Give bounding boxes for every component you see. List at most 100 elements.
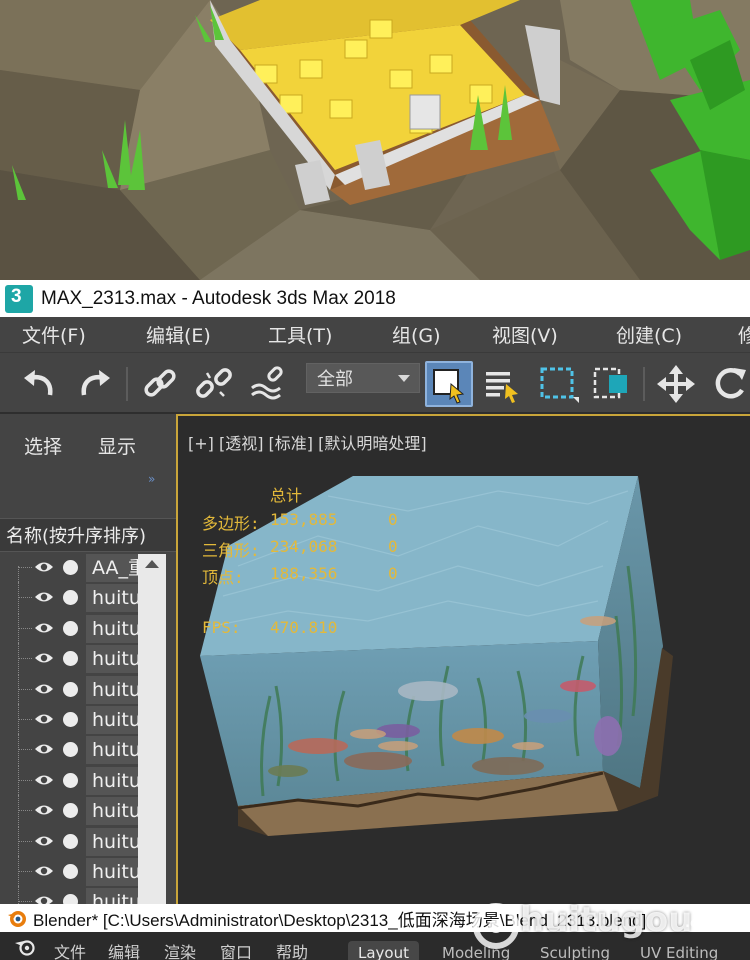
- tab-display[interactable]: 显示: [98, 432, 136, 459]
- workspace-tab-uv-editing[interactable]: UV Editing: [630, 941, 728, 960]
- treasure-chest-render: [0, 0, 750, 280]
- rectangular-selection-icon[interactable]: [536, 361, 580, 407]
- stats-vertices-selected: 0: [388, 564, 398, 583]
- eye-icon[interactable]: [34, 773, 54, 787]
- freeze-toggle-icon[interactable]: [63, 590, 78, 605]
- eye-icon[interactable]: [34, 894, 54, 904]
- freeze-toggle-icon[interactable]: [63, 712, 78, 727]
- rotate-icon[interactable]: [708, 361, 750, 407]
- blender-menu-render[interactable]: 渲染: [164, 939, 196, 960]
- freeze-toggle-icon[interactable]: [63, 773, 78, 788]
- blender-menu-file[interactable]: 文件: [54, 939, 86, 960]
- object-name: huitu: [86, 767, 138, 795]
- blender-menu-bar: 文件 编辑 渲染 窗口 帮助 Layout Modeling Sculpting…: [0, 932, 750, 960]
- 3ds-max-app-icon-glyph: 3: [11, 285, 22, 307]
- freeze-toggle-icon[interactable]: [63, 682, 78, 697]
- stats-fps-label: FPS:: [202, 618, 241, 637]
- object-name: huitu: [86, 615, 138, 643]
- tree-line: [18, 841, 32, 842]
- eye-icon[interactable]: [34, 834, 54, 848]
- tree-line: [18, 597, 32, 598]
- menu-views[interactable]: 视图(V): [492, 321, 558, 348]
- eye-icon[interactable]: [34, 682, 54, 696]
- freeze-toggle-icon[interactable]: [63, 651, 78, 666]
- menu-file[interactable]: 文件(F): [22, 321, 86, 348]
- list-item[interactable]: huitu: [0, 613, 138, 643]
- blender-logo-icon[interactable]: [14, 938, 36, 956]
- blender-menu-edit[interactable]: 编辑: [108, 939, 140, 960]
- list-item[interactable]: huitu: [0, 795, 138, 825]
- max-menu-bar: 文件(F) 编辑(E) 工具(T) 组(G) 视图(V) 创建(C) 修: [0, 317, 750, 352]
- tree-line: [18, 567, 32, 568]
- 3ds-max-app-icon: 3: [5, 284, 33, 313]
- tree-line: [18, 810, 32, 811]
- eye-icon[interactable]: [34, 590, 54, 604]
- freeze-toggle-icon[interactable]: [63, 742, 78, 757]
- menu-create[interactable]: 创建(C): [616, 321, 682, 348]
- select-object-icon[interactable]: [425, 361, 473, 407]
- render-preview-image: [0, 0, 750, 280]
- blender-menu-window[interactable]: 窗口: [220, 939, 252, 960]
- list-item[interactable]: huitu: [0, 765, 138, 795]
- selection-filter-dropdown[interactable]: 全部: [306, 363, 420, 393]
- list-item[interactable]: huitu: [0, 856, 138, 886]
- link-icon[interactable]: [138, 361, 182, 407]
- tree-line: [18, 901, 32, 902]
- menu-tools[interactable]: 工具(T): [268, 321, 332, 348]
- workspace-tab-layout[interactable]: Layout: [348, 941, 419, 960]
- workspace-tab-sculpting[interactable]: Sculpting: [530, 941, 620, 960]
- move-icon[interactable]: [654, 361, 698, 407]
- eye-icon[interactable]: [34, 803, 54, 817]
- eye-icon[interactable]: [34, 560, 54, 574]
- menu-edit[interactable]: 编辑(E): [146, 321, 211, 348]
- name-column-header-label: 名称(按升序排序): [6, 526, 147, 547]
- eye-icon[interactable]: [34, 742, 54, 756]
- list-item[interactable]: huitu: [0, 582, 138, 612]
- blender-menu-help[interactable]: 帮助: [276, 939, 308, 960]
- freeze-toggle-icon[interactable]: [63, 560, 78, 575]
- object-name: huitu: [86, 676, 138, 704]
- scene-list-scrollbar[interactable]: [138, 554, 166, 904]
- bind-spacewarp-icon[interactable]: [246, 361, 290, 407]
- list-item[interactable]: AA_重: [0, 554, 138, 584]
- list-item[interactable]: huitu: [0, 826, 138, 856]
- stats-polygons-value: 153,885: [270, 510, 338, 529]
- menu-modifiers[interactable]: 修: [738, 321, 750, 348]
- eye-icon[interactable]: [34, 621, 54, 635]
- viewport-label-menu[interactable]: [+] [透视] [标准] [默认明暗处理]: [188, 430, 427, 454]
- scene-explorer-tabs: 选择 显示: [0, 432, 176, 472]
- workspace-tab-modeling[interactable]: Modeling: [432, 941, 520, 960]
- stats-fps-value: 470.810: [270, 618, 338, 637]
- menu-group[interactable]: 组(G): [392, 321, 441, 348]
- eye-icon[interactable]: [34, 651, 54, 665]
- freeze-toggle-icon[interactable]: [63, 834, 78, 849]
- blender-window-title: Blender* [C:\Users\Administrator\Desktop…: [33, 910, 647, 930]
- chevron-down-icon: [398, 375, 410, 382]
- freeze-toggle-icon[interactable]: [63, 621, 78, 636]
- unlink-icon[interactable]: [192, 361, 236, 407]
- freeze-toggle-icon[interactable]: [63, 864, 78, 879]
- freeze-toggle-icon[interactable]: [63, 894, 78, 904]
- redo-icon[interactable]: [72, 361, 116, 407]
- list-item[interactable]: huitu: [0, 643, 138, 673]
- scroll-up-icon[interactable]: [145, 560, 159, 568]
- undo-icon[interactable]: [18, 361, 62, 407]
- object-name: huitu: [86, 797, 138, 825]
- expand-panel-icon[interactable]: »: [148, 472, 155, 486]
- freeze-toggle-icon[interactable]: [63, 803, 78, 818]
- object-name: AA_重: [86, 554, 138, 582]
- stats-triangles-selected: 0: [388, 537, 398, 556]
- tab-select[interactable]: 选择: [24, 432, 62, 459]
- stats-vertices-value: 188,356: [270, 564, 338, 583]
- select-by-name-icon[interactable]: [480, 361, 524, 407]
- list-item[interactable]: huitu: [0, 886, 138, 904]
- eye-icon[interactable]: [34, 864, 54, 878]
- name-column-header[interactable]: 名称(按升序排序): [0, 518, 176, 552]
- list-item[interactable]: huitu: [0, 674, 138, 704]
- list-item[interactable]: huitu: [0, 734, 138, 764]
- perspective-viewport[interactable]: [+] [透视] [标准] [默认明暗处理] 总计 多边形: 153,885 0…: [176, 414, 750, 904]
- scene-explorer-panel: 选择 显示 » 名称(按升序排序) AA_重 huitu huitu huitu…: [0, 414, 176, 904]
- window-crossing-icon[interactable]: [590, 361, 634, 407]
- eye-icon[interactable]: [34, 712, 54, 726]
- list-item[interactable]: huitu: [0, 704, 138, 734]
